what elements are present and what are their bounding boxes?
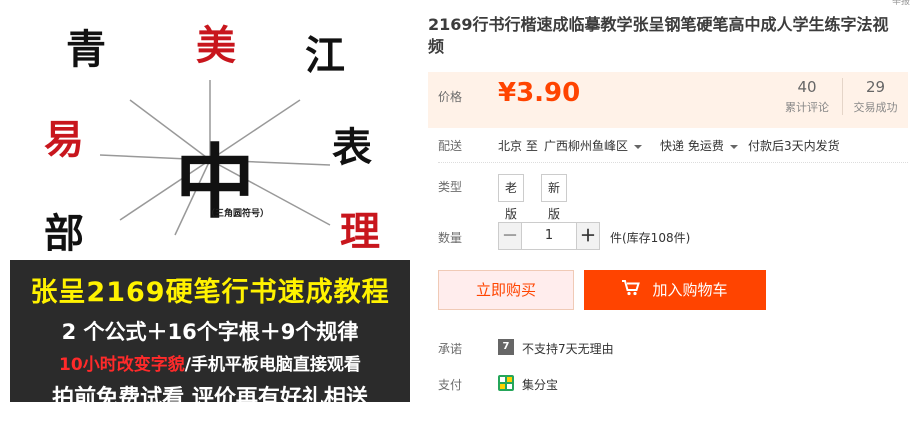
shipping-from: 北京 至 bbox=[498, 139, 538, 153]
jifenbao-icon bbox=[498, 375, 514, 391]
sample-char-7: 理 bbox=[340, 208, 380, 255]
buy-now-button[interactable]: 立即购买 bbox=[438, 270, 574, 310]
payment-label: 支付 bbox=[438, 378, 463, 392]
stock-info: 件(库存108件) bbox=[610, 231, 691, 245]
dispatch-time: 付款后3天内发货 bbox=[748, 139, 840, 153]
quantity-decrease-button[interactable]: － bbox=[498, 222, 522, 250]
chevron-down-icon bbox=[634, 144, 643, 149]
payment-text: 集分宝 bbox=[522, 378, 559, 392]
type-option-old[interactable]: 老版 bbox=[498, 174, 525, 221]
shipping-label: 配送 bbox=[438, 139, 463, 153]
sales-count-label: 交易成功 bbox=[853, 101, 898, 114]
type-label: 类型 bbox=[438, 180, 463, 194]
sales-count-number: 29 bbox=[865, 78, 886, 96]
review-count[interactable]: 40 累计评论 bbox=[774, 78, 840, 115]
add-to-cart-button[interactable]: 加入购物车 bbox=[584, 270, 766, 310]
shipping-destination: 广西柳州鱼峰区 bbox=[544, 139, 629, 153]
promise-label: 承诺 bbox=[438, 342, 463, 356]
seven-day-return-icon: 7 bbox=[498, 339, 514, 355]
shipping-method: 快递 免运费 bbox=[660, 139, 724, 153]
type-option-new[interactable]: 新版 bbox=[541, 174, 568, 221]
banner-footer: 拍前免费试看 评价再有好礼相送 bbox=[52, 386, 368, 402]
product-page: 青 美 江 易 表 部 理 中 （三角圆符号） 张呈2169硬笔行书速成教程 2… bbox=[0, 0, 920, 424]
sample-char-6: 部 bbox=[44, 210, 84, 257]
product-info: 举报 2169行书行楷速成临摹教学张呈钢笔硬笔高中成人学生练字法视频 价格 ¥3… bbox=[428, 0, 910, 424]
sample-char-3: 江 bbox=[305, 32, 345, 79]
shipping-method-select[interactable]: 快递 免运费 bbox=[660, 137, 738, 154]
banner-feature-highlight: 10小时改变字貌 bbox=[59, 355, 185, 375]
product-title: 2169行书行楷速成临摹教学张呈钢笔硬笔高中成人学生练字法视频 bbox=[428, 15, 889, 56]
banner-feature: 10小时改变字貌/手机平板电脑直接观看 bbox=[10, 350, 410, 375]
banner-title: 张呈2169硬笔行书速成教程 bbox=[30, 277, 390, 308]
center-caption: （三角圆符号） bbox=[206, 209, 270, 219]
quantity-label: 数量 bbox=[438, 231, 463, 245]
sample-char-1: 青 bbox=[66, 26, 106, 73]
promo-banner: 张呈2169硬笔行书速成教程 2 个公式＋16个字根＋9个规律 10小时改变字貌… bbox=[10, 260, 410, 402]
chevron-down-icon bbox=[729, 144, 738, 149]
price-label: 价格 bbox=[438, 90, 463, 104]
price-panel: 价格 ¥3.90 40 累计评论 29 交易成功 bbox=[428, 72, 908, 128]
review-count-number: 40 bbox=[797, 78, 817, 96]
sample-char-2: 美 bbox=[196, 22, 236, 69]
sample-char-5: 表 bbox=[332, 124, 372, 171]
banner-feature-rest: /手机平板电脑直接观看 bbox=[184, 355, 361, 375]
sales-count[interactable]: 29 交易成功 bbox=[842, 78, 908, 115]
price-value: ¥3.90 bbox=[498, 78, 581, 108]
shipping-row: 配送 北京 至 广西柳州鱼峰区 快递 免运费 付款后3天内发货 bbox=[438, 137, 908, 163]
quantity-stepper: － 1 ＋ bbox=[498, 222, 600, 250]
cart-icon bbox=[622, 271, 641, 311]
report-link[interactable]: 举报 bbox=[892, 0, 910, 7]
product-main-image[interactable]: 青 美 江 易 表 部 理 中 （三角圆符号） 张呈2169硬笔行书速成教程 2… bbox=[10, 0, 410, 402]
review-count-label: 累计评论 bbox=[785, 101, 829, 114]
promise-text: 不支持7天无理由 bbox=[522, 342, 614, 356]
add-to-cart-label: 加入购物车 bbox=[652, 281, 728, 299]
sample-char-4: 易 bbox=[44, 116, 84, 163]
quantity-input[interactable]: 1 bbox=[522, 222, 576, 250]
banner-subtitle: 2 个公式＋16个字根＋9个规律 bbox=[61, 320, 359, 344]
shipping-destination-select[interactable]: 广西柳州鱼峰区 bbox=[544, 137, 643, 154]
quantity-increase-button[interactable]: ＋ bbox=[576, 222, 600, 250]
